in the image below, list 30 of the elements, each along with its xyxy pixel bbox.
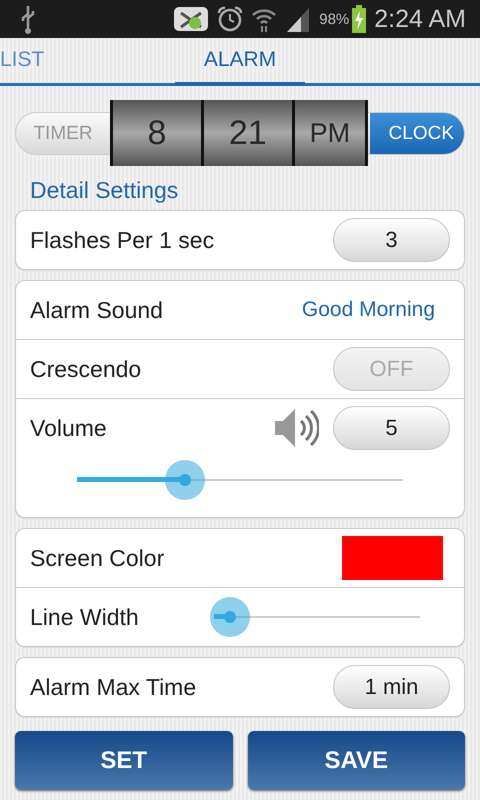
- slider-handle[interactable]: [210, 597, 250, 637]
- sound-link[interactable]: Good Morning: [302, 298, 435, 322]
- alarm-clock-icon: [217, 6, 244, 32]
- action-button[interactable]: SAVE: [248, 731, 465, 790]
- time-picker[interactable]: 8 21 PM: [110, 100, 368, 166]
- color-swatch[interactable]: [342, 536, 443, 580]
- notification-icon: [173, 5, 210, 33]
- battery-charging-icon: [352, 5, 366, 33]
- value-button[interactable]: 5: [333, 406, 450, 450]
- time-wheel[interactable]: 8: [113, 100, 201, 166]
- setting-label: Line Width: [30, 604, 140, 630]
- value-button[interactable]: 3: [333, 218, 450, 262]
- setting-label: Crescendo: [30, 356, 142, 382]
- setting-label: Flashes Per 1 sec: [30, 226, 216, 254]
- tab[interactable]: LIST: [0, 38, 56, 86]
- setting-label: Volume: [30, 414, 108, 442]
- usb-icon: [20, 4, 36, 34]
- action-button[interactable]: SET: [15, 731, 232, 790]
- time-wheel[interactable]: 21: [204, 100, 292, 166]
- clock-time: 2:24 AM: [374, 4, 466, 34]
- signal-icon: [285, 6, 312, 32]
- setting-label: Alarm Sound: [30, 296, 164, 324]
- value-button[interactable]: 1 min: [333, 665, 450, 709]
- mode-option[interactable]: CLOCK: [370, 113, 464, 154]
- setting-label: Alarm Max Time: [30, 674, 198, 700]
- slider-handle[interactable]: [164, 460, 205, 500]
- time-wheel[interactable]: PM: [294, 100, 365, 166]
- battery-percent: 98%: [319, 10, 350, 28]
- section-title: Detail Settings: [30, 176, 178, 205]
- setting-label: Screen Color: [30, 544, 166, 572]
